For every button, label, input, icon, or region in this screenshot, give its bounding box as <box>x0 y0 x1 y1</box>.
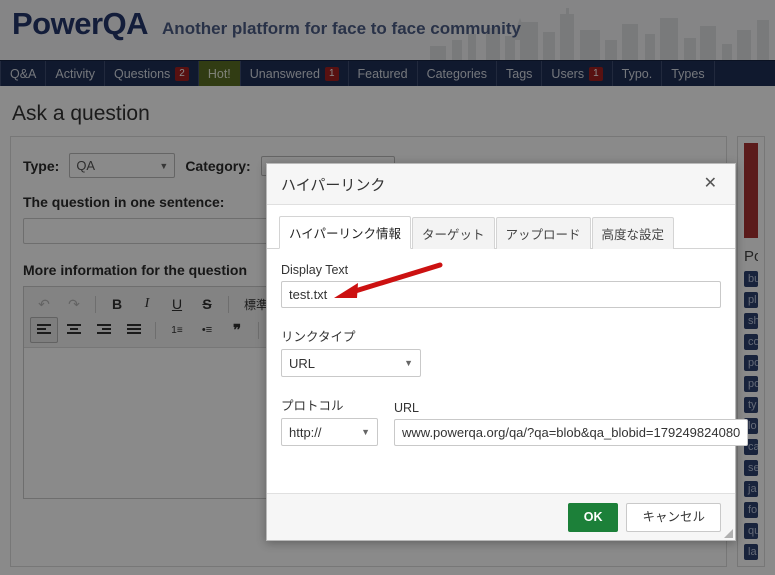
dialog-tab-1[interactable]: ターゲット <box>412 217 495 249</box>
ok-button[interactable]: OK <box>567 502 619 532</box>
chevron-down-icon: ▼ <box>404 358 413 368</box>
resize-handle[interactable] <box>724 529 733 538</box>
protocol-label: プロトコル <box>281 399 344 413</box>
dialog-tab-3[interactable]: 高度な設定 <box>591 217 675 249</box>
link-type-select[interactable]: URL ▼ <box>281 349 421 377</box>
url-field-group: URL www.powerqa.org/qa/?qa=blob&qa_blobi… <box>394 401 749 446</box>
display-text-field-group: Display Text test.txt <box>281 263 721 308</box>
display-text-input[interactable]: test.txt <box>281 281 721 308</box>
close-icon[interactable]: ✕ <box>700 174 721 194</box>
dialog-title-bar[interactable]: ハイパーリンク ✕ <box>267 164 735 205</box>
link-type-value: URL <box>289 355 316 371</box>
screenshot-root: PowerQA Another platform for face to fac… <box>0 0 775 575</box>
dialog-body: Display Text test.txt リンクタイプ URL ▼ プロトコル… <box>267 249 749 493</box>
dialog-footer: OK キャンセル <box>267 493 735 540</box>
dialog-tab-0[interactable]: ハイパーリンク情報 <box>279 216 412 249</box>
protocol-field-group: プロトコル http:// ▼ <box>281 395 378 446</box>
chevron-down-icon: ▼ <box>361 427 370 437</box>
dialog-tabs[interactable]: ハイパーリンク情報 ターゲット アップロード 高度な設定 <box>267 205 735 249</box>
link-type-label: リンクタイプ <box>281 330 356 344</box>
url-label: URL <box>394 401 420 415</box>
display-text-label: Display Text <box>281 263 349 277</box>
protocol-url-row: プロトコル http:// ▼ URL www.powerqa.org/qa/?… <box>281 395 749 446</box>
url-input[interactable]: www.powerqa.org/qa/?qa=blob&qa_blobid=17… <box>394 419 749 446</box>
dialog-tab-2[interactable]: アップロード <box>495 217 591 249</box>
protocol-select[interactable]: http:// ▼ <box>281 418 378 446</box>
hyperlink-dialog: ハイパーリンク ✕ ハイパーリンク情報 ターゲット アップロード 高度な設定 Disp… <box>266 163 749 541</box>
link-type-field-group: リンクタイプ URL ▼ <box>281 326 721 377</box>
cancel-button[interactable]: キャンセル <box>626 502 721 532</box>
dialog-title: ハイパーリンク <box>281 176 386 194</box>
protocol-value: http:// <box>289 424 322 440</box>
